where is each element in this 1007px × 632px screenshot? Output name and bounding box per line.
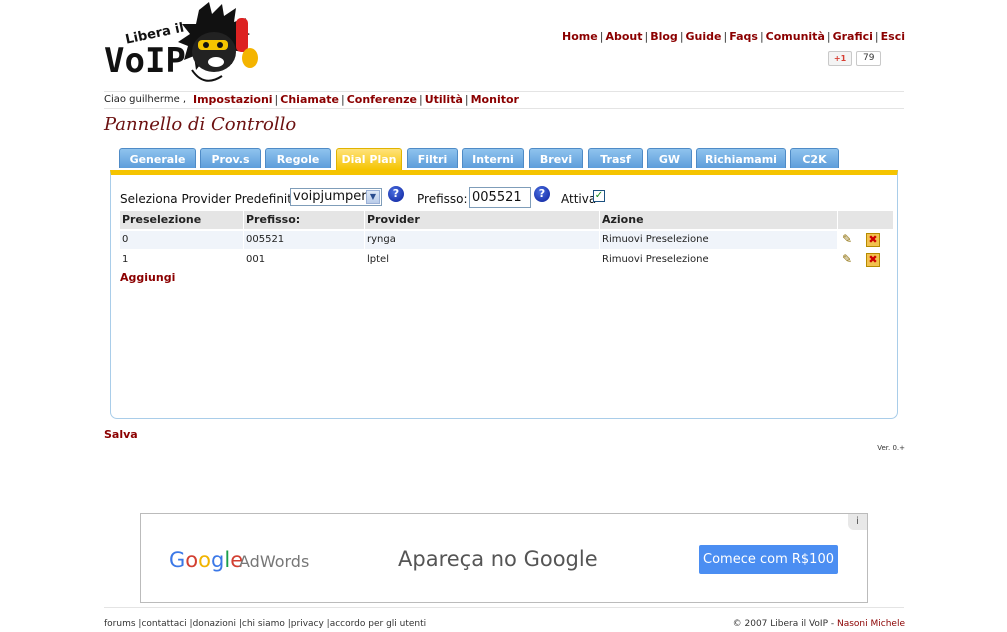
secondary-nav: Impostazioni | Chiamate | Conferenze | Utilità… xyxy=(193,93,519,106)
divider xyxy=(104,91,904,92)
remove-preselection-link[interactable]: Rimuovi Preselezione xyxy=(600,231,837,249)
footer-chi-siamo[interactable]: chi siamo xyxy=(242,619,285,629)
active-label: Attiva xyxy=(561,192,597,206)
footer-accordo[interactable]: accordo per gli utenti xyxy=(330,619,426,629)
help-icon[interactable]: ? xyxy=(388,186,404,202)
nav-blog[interactable]: Blog xyxy=(650,30,678,43)
tab-gw[interactable]: GW xyxy=(647,148,692,168)
divider xyxy=(104,607,904,608)
delete-icon[interactable]: ✖ xyxy=(866,233,880,247)
mascot-icon xyxy=(178,2,258,82)
google-plus-button[interactable]: +1 xyxy=(828,51,852,66)
col-actions xyxy=(838,211,893,229)
nav-guide[interactable]: Guide xyxy=(686,30,722,43)
active-checkbox[interactable]: ✓ xyxy=(593,190,605,202)
copyright-text: © 2007 Libera il VoIP - xyxy=(732,619,837,629)
cell-provider: rynga xyxy=(365,231,599,249)
tab-provs[interactable]: Prov.s xyxy=(200,148,261,168)
info-icon[interactable]: i xyxy=(848,514,867,530)
google-logo: Google xyxy=(169,548,244,572)
tab-richiamami[interactable]: Richiamami xyxy=(696,148,786,168)
col-prefisso: Prefisso: xyxy=(244,211,364,229)
adwords-banner[interactable]: Google AdWords Apareça no Google Comece … xyxy=(140,513,868,603)
cell-preselezione: 0 xyxy=(120,231,243,249)
nav-chiamate[interactable]: Chiamate xyxy=(280,93,339,106)
save-link[interactable]: Salva xyxy=(104,428,138,441)
nav-comunita[interactable]: Comunità xyxy=(766,30,825,43)
footer-contattaci[interactable]: contattaci xyxy=(141,619,186,629)
ad-tagline: Apareça no Google xyxy=(398,547,598,571)
cell-prefisso: 001 xyxy=(244,251,364,269)
ad-cta-button[interactable]: Comece com R$100 xyxy=(699,545,838,574)
provider-select[interactable]: voipjumper ▼ xyxy=(290,188,382,206)
version-label: Ver. 0.+ xyxy=(877,444,905,452)
tab-trasf[interactable]: Trasf xyxy=(588,148,643,168)
footer-privacy[interactable]: privacy xyxy=(291,619,324,629)
footer-forums[interactable]: forums xyxy=(104,619,136,629)
top-nav: Home | About | Blog | Guide | Faqs | Comunità | Graf… xyxy=(562,30,905,43)
google-plus-count: 79 xyxy=(856,51,882,66)
col-azione: Azione xyxy=(600,211,837,229)
nav-about[interactable]: About xyxy=(605,30,642,43)
table-row: 1 001 lptel Rimuovi Preselezione ✎ ✖ xyxy=(120,251,893,269)
cell-preselezione: 1 xyxy=(120,251,243,269)
provider-select-value: voipjumper xyxy=(293,189,367,204)
prefix-input[interactable]: 005521 xyxy=(469,187,531,208)
tab-generale[interactable]: Generale xyxy=(119,148,196,168)
nav-monitor[interactable]: Monitor xyxy=(471,93,519,106)
help-icon[interactable]: ? xyxy=(534,186,550,202)
nav-home[interactable]: Home xyxy=(562,30,598,43)
footer-links: forums |contattaci |donazioni |chi siamo… xyxy=(104,619,427,629)
author-link[interactable]: Nasoni Michele xyxy=(837,619,905,629)
tab-brevi[interactable]: Brevi xyxy=(529,148,583,168)
site-logo[interactable]: Libera il VoIP xyxy=(104,0,264,92)
delete-icon[interactable]: ✖ xyxy=(866,253,880,267)
tab-dial-plan[interactable]: Dial Plan xyxy=(336,148,402,170)
nav-utilita[interactable]: Utilità xyxy=(425,93,463,106)
chevron-down-icon[interactable]: ▼ xyxy=(366,190,380,204)
table-row: 0 005521 rynga Rimuovi Preselezione ✎ ✖ xyxy=(120,231,893,249)
tab-interni[interactable]: Interni xyxy=(462,148,524,168)
user-greeting: Ciao guilherme , xyxy=(104,94,187,105)
remove-preselection-link[interactable]: Rimuovi Preselezione xyxy=(600,251,837,269)
cell-provider: lptel xyxy=(365,251,599,269)
copyright: © 2007 Libera il VoIP - Nasoni Michele xyxy=(733,619,905,629)
tab-c2k[interactable]: C2K xyxy=(790,148,839,168)
footer-donazioni[interactable]: donazioni xyxy=(193,619,236,629)
nav-conferenze[interactable]: Conferenze xyxy=(347,93,417,106)
prefix-label: Prefisso: xyxy=(417,192,468,206)
col-provider: Provider xyxy=(365,211,599,229)
tab-filtri[interactable]: Filtri xyxy=(407,148,458,168)
col-preselezione: Preselezione xyxy=(120,211,243,229)
add-link[interactable]: Aggiungi xyxy=(120,271,175,284)
provider-select-label: Seleziona Provider Predefinito: xyxy=(120,192,304,206)
table-header: Preselezione Prefisso: Provider Azione xyxy=(120,211,893,229)
nav-faqs[interactable]: Faqs xyxy=(729,30,758,43)
pencil-icon[interactable]: ✎ xyxy=(842,252,856,266)
cell-prefisso: 005521 xyxy=(244,231,364,249)
nav-impostazioni[interactable]: Impostazioni xyxy=(193,93,273,106)
nav-grafici[interactable]: Grafici xyxy=(833,30,873,43)
logo-line2: VoIP xyxy=(104,41,186,81)
nav-esci[interactable]: Esci xyxy=(881,30,905,43)
google-plus-widget: +1 79 xyxy=(828,51,882,66)
pencil-icon[interactable]: ✎ xyxy=(842,232,856,246)
divider xyxy=(104,108,904,109)
adwords-label: AdWords xyxy=(239,552,310,571)
page-title: Pannello di Controllo xyxy=(104,114,297,135)
tab-regole[interactable]: Regole xyxy=(265,148,331,168)
